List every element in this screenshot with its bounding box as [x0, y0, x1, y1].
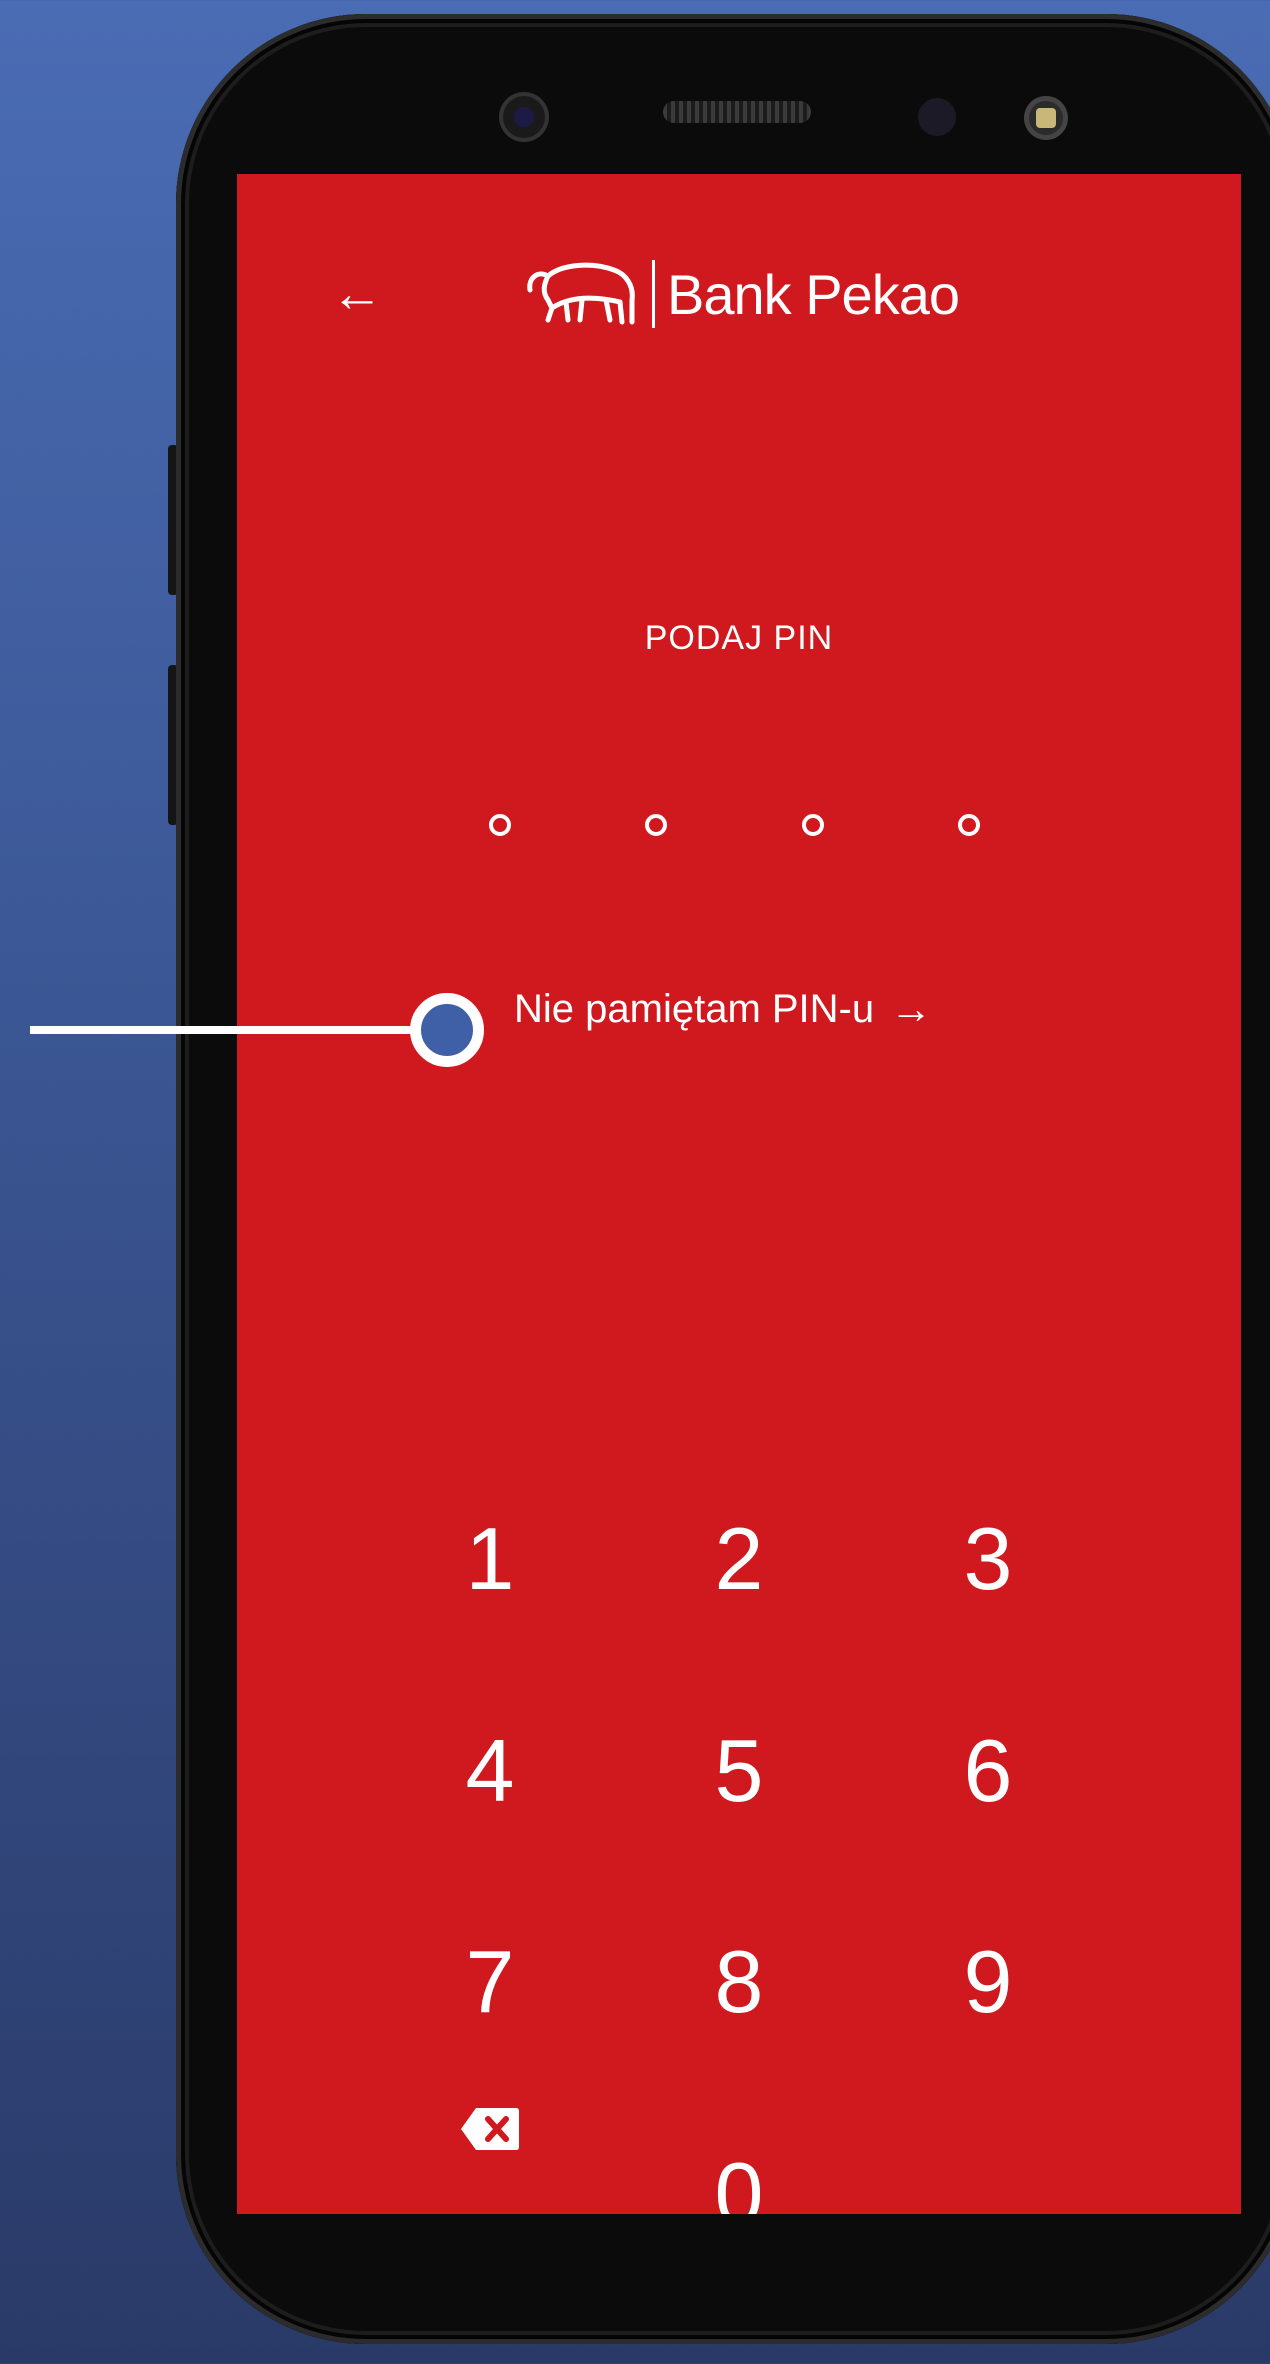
key-6[interactable]: 6 — [908, 1711, 1068, 1831]
pin-prompt: PODAJ PIN — [644, 619, 834, 657]
key-4[interactable]: 4 — [410, 1711, 570, 1831]
brand-name: Bank Pekao — [667, 262, 960, 326]
arrow-left-icon: ← — [331, 265, 383, 323]
key-1[interactable]: 1 — [410, 1499, 570, 1619]
bank-logo: Bank Pekao — [522, 254, 960, 334]
key-2[interactable]: 2 — [659, 1499, 819, 1619]
logo-divider — [652, 260, 655, 328]
pin-digit-indicator — [489, 814, 511, 836]
forgot-pin-link[interactable]: Nie pamiętam PIN-u → — [514, 979, 932, 1039]
key-0[interactable]: 0 — [659, 2134, 819, 2214]
backspace-icon — [461, 2108, 519, 2150]
front-camera-lens — [514, 107, 534, 127]
annotation-pointer-dot — [410, 993, 484, 1067]
pin-digit-indicator — [958, 814, 980, 836]
proximity-sensor — [918, 98, 956, 136]
pin-digit-indicator — [802, 814, 824, 836]
earpiece-speaker — [663, 101, 811, 123]
key-5[interactable]: 5 — [659, 1711, 819, 1831]
forgot-pin-label: Nie pamiętam PIN-u — [514, 986, 875, 1031]
key-8[interactable]: 8 — [659, 1922, 819, 2042]
flash-light-core — [1036, 108, 1056, 128]
key-7[interactable]: 7 — [410, 1922, 570, 2042]
bison-logo-icon — [527, 262, 635, 325]
arrow-right-icon: → — [890, 985, 933, 1032]
annotation-pointer-line — [30, 1026, 430, 1034]
pin-digit-indicator — [645, 814, 667, 836]
key-3[interactable]: 3 — [908, 1499, 1068, 1619]
key-9[interactable]: 9 — [908, 1922, 1068, 2042]
back-button[interactable]: ← — [322, 264, 392, 324]
app-screen: ← Bank Pekao PODAJ PIN Nie pamiętam PIN-… — [237, 174, 1241, 2214]
backspace-button[interactable] — [460, 2106, 520, 2152]
